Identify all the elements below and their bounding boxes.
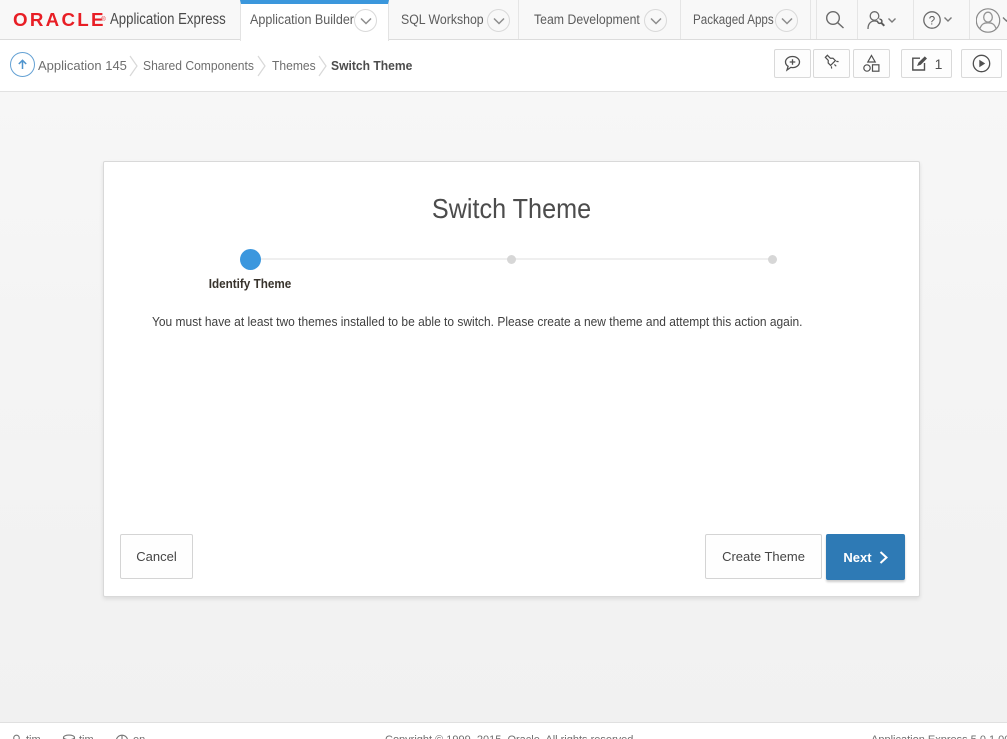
svg-text:?: ? (929, 15, 935, 27)
